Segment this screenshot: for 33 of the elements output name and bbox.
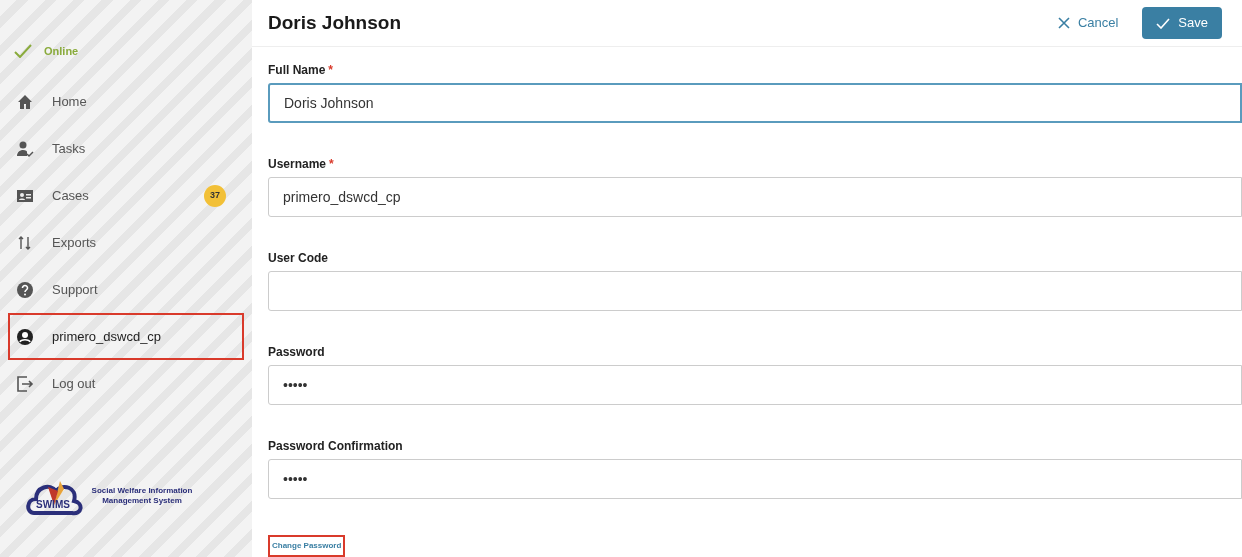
sidebar-item[interactable]: primero_dswcd_cp xyxy=(8,313,244,360)
user-icon xyxy=(16,327,34,346)
sidebar-item[interactable]: Home xyxy=(8,78,244,125)
logo-tagline: Social Welfare Information Management System xyxy=(90,486,194,506)
check-icon xyxy=(1156,17,1171,29)
input-field[interactable]: primero_dswcd_cp xyxy=(268,177,1242,217)
logout-icon xyxy=(16,374,34,393)
cancel-button[interactable]: Cancel xyxy=(1049,9,1127,37)
input-field[interactable]: ••••• xyxy=(268,365,1242,405)
change-password-link[interactable]: Change Password xyxy=(268,535,346,557)
count-badge: 37 xyxy=(204,184,226,207)
sidebar-item[interactable]: Log out xyxy=(8,360,244,407)
sidebar-item[interactable]: Cases 37 xyxy=(8,172,244,219)
online-status: Online xyxy=(44,43,79,59)
page-title: Doris Johnson xyxy=(268,10,401,35)
check-icon xyxy=(14,44,32,58)
field-label: Password xyxy=(268,344,326,361)
logo-text: SWIMS xyxy=(36,497,71,512)
field-label: Password Confirmation xyxy=(268,438,404,455)
sidebar-item[interactable]: Exports xyxy=(8,219,244,266)
input-field[interactable]: ••••• xyxy=(268,459,1242,499)
sidebar-item[interactable]: Support xyxy=(8,266,244,313)
input-field[interactable] xyxy=(268,271,1242,311)
field-label: Username * xyxy=(268,156,335,173)
save-button[interactable]: Save xyxy=(1142,7,1222,39)
person-check-icon xyxy=(16,139,34,158)
input-field[interactable]: Doris Johnson xyxy=(268,83,1242,123)
field-label: User Code xyxy=(268,250,330,267)
close-icon xyxy=(1057,17,1070,29)
sidebar-item[interactable]: Tasks xyxy=(8,125,244,172)
field-label: Full Name * xyxy=(268,62,335,79)
help-icon xyxy=(16,280,34,299)
home-icon xyxy=(16,92,34,111)
